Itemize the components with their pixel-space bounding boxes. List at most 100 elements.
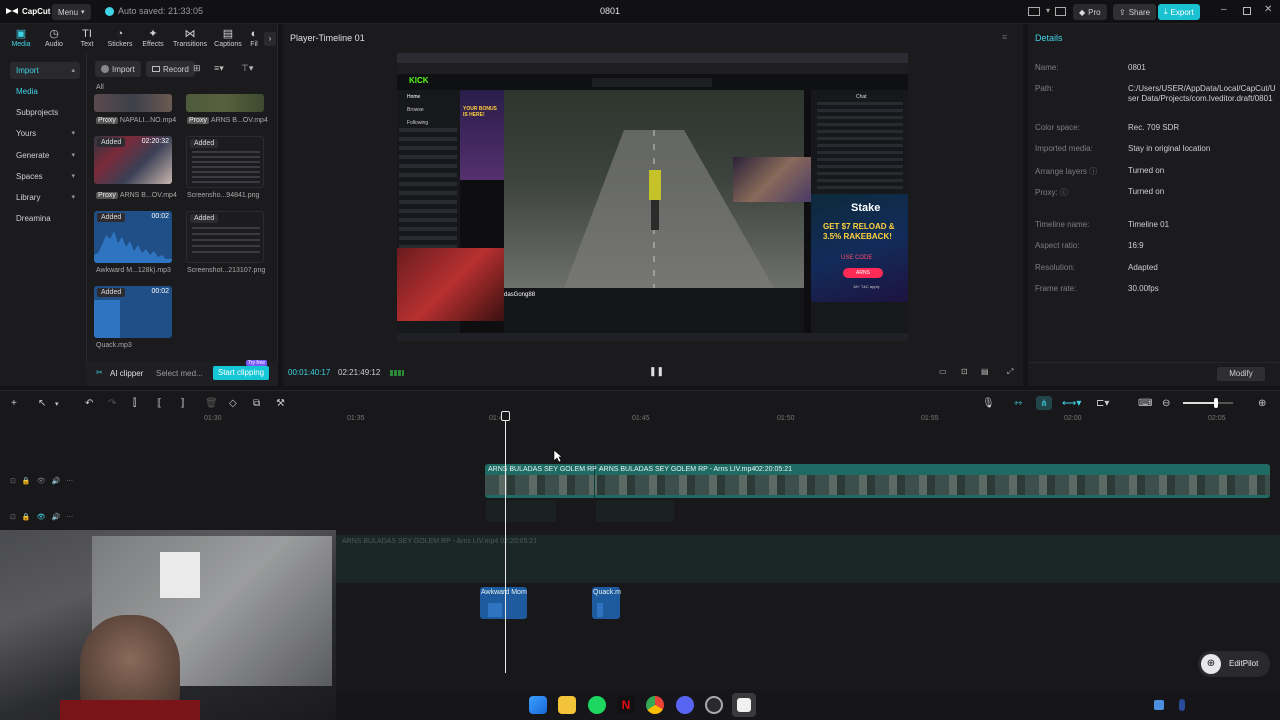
ai-clipper-label[interactable]: AI clipper xyxy=(110,369,143,378)
pause-icon[interactable]: ❚❚ xyxy=(649,366,664,377)
zoom-slider-handle[interactable] xyxy=(1214,398,1218,408)
wand-icon[interactable]: ⚒ xyxy=(276,398,285,409)
close-icon[interactable]: ✕ xyxy=(1264,4,1272,15)
quality-icon[interactable]: ▭ xyxy=(939,367,947,376)
fullscreen-icon[interactable]: ⤢ xyxy=(1007,367,1013,377)
following-list xyxy=(399,128,457,248)
align-icon[interactable]: ⊏▾ xyxy=(1096,398,1109,409)
chevron-down-icon[interactable]: ▾ xyxy=(1046,6,1050,15)
media-thumbnail[interactable] xyxy=(186,94,264,112)
start-clipping-button[interactable]: Start clipping xyxy=(213,366,269,380)
split-icon[interactable]: ⫿ xyxy=(133,398,136,409)
spotify-icon[interactable] xyxy=(588,696,606,714)
tab-effects[interactable]: ✦ Effects xyxy=(136,27,170,48)
menu-label: Menu xyxy=(58,7,79,17)
screenshot-icon[interactable]: ⊡ xyxy=(961,367,968,376)
media-thumbnail[interactable]: Added 02:20:32 xyxy=(94,136,172,184)
sidebar-item-yours[interactable]: Yours ▾ xyxy=(10,125,80,142)
filter-icon[interactable]: ⊤▾ xyxy=(241,63,253,74)
split-left-icon[interactable]: ⟦ xyxy=(157,398,162,409)
undo-icon[interactable]: ↶ xyxy=(85,398,93,409)
minimize-icon[interactable]: – xyxy=(1221,4,1227,15)
record-button[interactable]: Record xyxy=(146,61,195,77)
sidebar-item-generate[interactable]: Generate ▾ xyxy=(10,147,80,164)
tab-filters[interactable]: ◐ Fil xyxy=(246,27,262,48)
select-media-label[interactable]: Select med... xyxy=(156,369,203,378)
discord-icon[interactable] xyxy=(676,696,694,714)
layout-icon[interactable] xyxy=(1028,7,1040,16)
video-preview[interactable]: KICK Home Browse Following YOUR BONUS IS… xyxy=(397,53,908,341)
media-thumbnail[interactable] xyxy=(94,94,172,112)
sidebar-item-library[interactable]: Library ▾ xyxy=(10,189,80,206)
marker-icon[interactable]: ◇ xyxy=(229,398,237,409)
sidebar-item-spaces[interactable]: Spaces ▾ xyxy=(10,168,80,185)
stake-promo: Stake GET $7 RELOAD & 3.5% RAKEBACK! USE… xyxy=(811,194,908,302)
sidebar-item-dreamina[interactable]: Dreamina xyxy=(10,210,80,227)
zoom-out-icon[interactable]: ⊖ xyxy=(1162,398,1170,409)
maximize-icon[interactable] xyxy=(1243,7,1251,15)
tab-transitions[interactable]: ⋈ Transitions xyxy=(171,27,209,48)
zoom-in-icon[interactable]: ⊕ xyxy=(1258,398,1266,409)
playhead-handle[interactable] xyxy=(501,411,510,421)
tab-captions[interactable]: ▤ Captions xyxy=(211,27,245,48)
tab-stickers[interactable]: ◔ Stickers xyxy=(103,27,137,48)
link-clips-icon[interactable]: ⇿ xyxy=(1014,398,1022,409)
tab-label: Text xyxy=(80,41,94,48)
sidebar-item-import[interactable]: Import ▴ xyxy=(10,62,80,79)
sort-icon[interactable]: ≡▾ xyxy=(214,63,224,74)
webcam-shirt xyxy=(60,700,200,720)
promo-use-code: USE CODE xyxy=(841,255,873,261)
select-tool-icon[interactable]: ↖ xyxy=(38,398,46,409)
magnet-icon[interactable]: ⋔ xyxy=(1036,396,1052,410)
tab-media[interactable]: ▣ Media xyxy=(4,27,38,48)
ratio-icon[interactable]: ▤ xyxy=(981,367,989,376)
media-thumbnail[interactable]: Added 00:02 xyxy=(94,286,172,338)
editpilot-button[interactable]: ⊕ EditPilot xyxy=(1198,651,1270,677)
track-controls-overlay[interactable]: ⊡🔒👁🔊⋯ xyxy=(10,513,79,521)
split-right-icon[interactable]: ⟧ xyxy=(180,398,185,409)
share-button[interactable]: ⇪ Share xyxy=(1113,4,1157,20)
detail-key: Color space: xyxy=(1035,123,1080,132)
microphone-tray-icon[interactable] xyxy=(1179,699,1185,711)
pro-button[interactable]: ◆ Pro xyxy=(1073,4,1107,20)
crop-icon[interactable]: ⧉ xyxy=(253,398,260,409)
track-controls-video[interactable]: ⊡🔒👁🔊⋯ xyxy=(10,477,79,485)
media-thumbnail[interactable]: Added 00:02 xyxy=(94,211,172,263)
media-thumbnail[interactable]: Added xyxy=(186,136,264,188)
microphone-icon[interactable]: 🎙 xyxy=(982,398,995,409)
detail-key: Arrange layers ⓘ xyxy=(1035,166,1097,177)
tab-text[interactable]: TI Text xyxy=(70,27,104,48)
import-button[interactable]: Import xyxy=(95,61,141,77)
start-clipping-label: Start clipping xyxy=(217,368,265,377)
preview-axis-icon[interactable]: ⟷▾ xyxy=(1062,398,1081,409)
capcut-taskbar-item[interactable] xyxy=(732,693,756,717)
audio-level-icon xyxy=(390,370,404,376)
chevron-up-icon: ▴ xyxy=(71,67,75,74)
audio-clip[interactable]: Quack.m xyxy=(592,587,621,619)
menu-button[interactable]: Menu ▾ xyxy=(52,4,91,20)
netflix-icon[interactable]: N xyxy=(617,696,635,714)
playhead[interactable] xyxy=(505,417,506,673)
add-track-icon[interactable]: + xyxy=(11,398,17,409)
tab-audio[interactable]: ◷ Audio xyxy=(37,27,71,48)
grid-view-icon[interactable]: ⊞ xyxy=(193,63,201,74)
zoom-slider[interactable] xyxy=(1183,398,1233,408)
sidebar-item-subprojects[interactable]: Subprojects xyxy=(10,104,80,121)
windows-start-icon[interactable] xyxy=(529,696,547,714)
file-explorer-icon[interactable] xyxy=(558,696,576,714)
chrome-icon[interactable] xyxy=(646,696,664,714)
panel-icon[interactable] xyxy=(1055,7,1066,16)
modify-button[interactable]: Modify xyxy=(1217,367,1265,381)
chevron-down-icon: ▾ xyxy=(71,152,75,159)
chevron-down-icon[interactable]: ▾ xyxy=(55,400,59,408)
caption-track-icon[interactable]: ⌨ xyxy=(1138,398,1152,409)
chevron-right-icon[interactable]: › xyxy=(264,32,276,46)
menu-lines-icon[interactable]: ≡ xyxy=(1002,32,1007,42)
media-thumbnail[interactable]: Added xyxy=(186,211,264,263)
export-button[interactable]: ⤓ Export xyxy=(1158,4,1200,20)
sidebar-item-media[interactable]: Media xyxy=(10,83,80,100)
tray-icon[interactable] xyxy=(1154,700,1164,710)
time-ruler[interactable]: 01:30 01:35 01:40 01:45 01:50 01:55 02:0… xyxy=(88,411,1280,427)
obs-icon[interactable] xyxy=(705,696,723,714)
audio-clip[interactable]: Awkward Mom xyxy=(480,587,527,619)
